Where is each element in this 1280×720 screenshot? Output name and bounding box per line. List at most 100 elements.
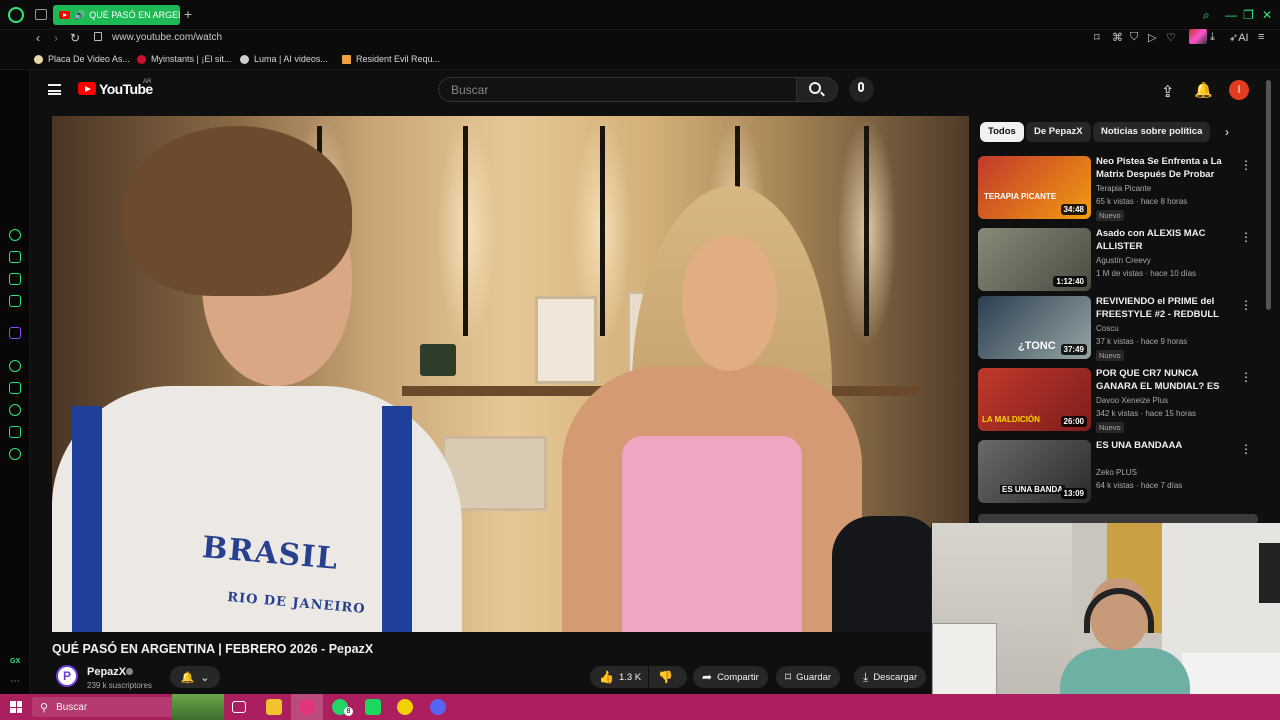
video-thumbnail[interactable]: 1:12:40 [978, 228, 1091, 291]
account-avatar[interactable]: I [1229, 80, 1249, 100]
chip-de-pepazx[interactable]: De PepazX [1026, 122, 1091, 142]
whatsapp-icon[interactable] [9, 360, 21, 372]
video-thumbnail[interactable]: TERAPIA PICANTE 34:48 [978, 156, 1091, 219]
recommended-title[interactable]: ES UNA BANDAAA [1096, 440, 1232, 453]
adblock-shield-icon[interactable]: ⛉ [1130, 31, 1138, 44]
thumbnail-text: ES UNA BANDA [1000, 485, 1066, 494]
download-button[interactable]: ⤓ Descargar [854, 666, 927, 688]
twitch-icon[interactable] [9, 327, 21, 339]
clock-icon[interactable] [9, 404, 21, 416]
more-options-icon[interactable]: ⋮ [1240, 158, 1252, 172]
pin-icon[interactable] [9, 382, 21, 394]
new-tab-button[interactable]: + [184, 6, 192, 22]
more-icon[interactable]: ⋯ [10, 676, 20, 687]
recommended-title[interactable]: REVIVIENDO el PRIME del FREESTYLE #2 - R… [1096, 296, 1232, 321]
spotify-icon[interactable] [365, 699, 381, 715]
extensions-icon[interactable] [9, 426, 21, 438]
opera-gx-logo-icon[interactable] [8, 7, 24, 23]
messenger-icon[interactable] [9, 295, 21, 307]
url-field[interactable]: www.youtube.com/watch [112, 32, 222, 43]
lock-icon[interactable] [94, 32, 102, 41]
settings-icon[interactable] [9, 448, 21, 460]
task-view-icon[interactable] [232, 701, 246, 713]
streamer-host: BRASIL RIO DE JANEIRO [52, 126, 492, 632]
recommended-title[interactable]: Neo Pistea Se Enfrenta a La Matrix Despu… [1096, 156, 1232, 181]
save-button[interactable]: ⌑ Guardar [776, 666, 841, 688]
player-icon[interactable]: ▷ [1148, 31, 1156, 44]
more-options-icon[interactable]: ⋮ [1240, 298, 1252, 312]
aria-ai-icon[interactable]: ➶AI [1229, 31, 1249, 44]
discord-icon[interactable] [430, 699, 446, 715]
webcam-overlay [931, 523, 1280, 720]
speaker-icon[interactable]: 🔊 [74, 10, 85, 21]
notifications-bell-icon[interactable]: 🔔 [1194, 81, 1213, 99]
channel-avatar[interactable] [56, 665, 78, 687]
tab-manager-icon[interactable] [35, 9, 47, 20]
video-thumbnail[interactable]: LA MALDICIÓN 26:00 [978, 368, 1091, 431]
search-box[interactable] [438, 77, 796, 102]
video-duration: 34:48 [1060, 204, 1087, 215]
upload-icon[interactable]: ⇪ [1161, 82, 1174, 102]
chip-todos[interactable]: Todos [980, 122, 1024, 142]
chevron-right-icon[interactable]: › [1225, 125, 1229, 139]
recommended-channel[interactable]: Coscu [1096, 324, 1119, 333]
recommended-title[interactable]: POR QUE CR7 NUNCA GANARA EL MUNDIAL? ES … [1096, 368, 1232, 393]
microphone [832, 516, 942, 632]
bookmark-item[interactable]: Resident Evil Requ... [342, 54, 440, 64]
recommended-channel[interactable]: Agustín Creevy [1096, 256, 1151, 265]
browser-tab-active[interactable]: 🔊 QUÉ PASÓ EN ARGENT [53, 5, 180, 25]
more-options-icon[interactable]: ⋮ [1240, 442, 1252, 456]
recommended-video[interactable]: 1:12:40 Asado con ALEXIS MAC ALLISTER Ag… [978, 228, 1258, 292]
wallet-icon[interactable] [9, 273, 21, 285]
recommended-video[interactable]: ¿TONC 37:49 REVIVIENDO el PRIME del FREE… [978, 296, 1258, 361]
recommended-meta: 37 k vistas · hace 9 horas [1096, 337, 1188, 346]
history-icon[interactable] [9, 229, 21, 241]
favorite-heart-icon[interactable]: ♡ [1166, 31, 1176, 44]
easy-setup-menu-icon[interactable]: ≡ [1258, 31, 1264, 43]
windows-start-icon[interactable] [10, 701, 22, 713]
more-options-icon[interactable]: ⋮ [1240, 230, 1252, 244]
recommended-video[interactable]: LA MALDICIÓN 26:00 POR QUE CR7 NUNCA GAN… [978, 368, 1258, 433]
recommended-channel[interactable]: Terapia Picante [1096, 184, 1151, 193]
search-tabs-icon[interactable]: ⌕ [1203, 8, 1210, 23]
recommended-meta: 65 k vistas · hace 8 horas [1096, 197, 1188, 206]
snapshot-icon[interactable]: ⌘ [1112, 31, 1123, 44]
reload-icon[interactable]: ↻ [70, 31, 80, 45]
like-button[interactable]: 👍 1.3 K [590, 666, 648, 688]
bookmark-item[interactable]: Placa De Video As... [34, 54, 130, 64]
minimize-icon[interactable]: — [1225, 8, 1237, 22]
thumbnail-text: TERAPIA PICANTE [984, 192, 1057, 201]
video-thumbnail[interactable]: ES UNA BANDA 13:09 [978, 440, 1091, 503]
youtube-logo-icon[interactable] [78, 82, 96, 95]
close-icon[interactable]: ✕ [1262, 8, 1272, 22]
recommended-channel[interactable]: Zeko PLUS [1096, 468, 1137, 477]
recommended-video[interactable]: ES UNA BANDA 13:09 ES UNA BANDAAA Zeko P… [978, 440, 1258, 504]
chip-noticias-politica[interactable]: Noticias sobre política [1093, 122, 1211, 142]
bookmark-page-icon[interactable]: ⌑ [1094, 31, 1100, 44]
bookmark-icon: ⌑ [785, 670, 792, 684]
recommended-title[interactable]: Asado con ALEXIS MAC ALLISTER [1096, 228, 1232, 253]
channel-name[interactable]: PepazX [87, 666, 126, 678]
corsair-icon[interactable] [397, 699, 413, 715]
video-player[interactable]: BRASIL RIO DE JANEIRO [52, 116, 969, 632]
bookmark-item[interactable]: Myinstants | ¡El sit... [137, 54, 231, 64]
recommended-channel[interactable]: Davoo Xeneize Plus [1096, 396, 1168, 405]
file-explorer-icon[interactable] [266, 699, 282, 715]
profile-avatar[interactable] [1189, 29, 1207, 44]
more-options-icon[interactable]: ⋮ [1240, 370, 1252, 384]
share-button[interactable]: ➦ Compartir [693, 666, 768, 688]
player-icon[interactable] [9, 251, 21, 263]
dislike-button[interactable]: 👎 [649, 666, 687, 688]
download-icon[interactable]: ⤓ [1210, 31, 1215, 44]
subscription-bell-button[interactable]: 🔔 ⌄ [170, 666, 220, 688]
bookmark-item[interactable]: Luma | AI videos... [240, 54, 328, 64]
video-thumbnail[interactable]: ¿TONC 37:49 [978, 296, 1091, 359]
search-input[interactable] [451, 82, 781, 97]
gx-corner-label[interactable]: GX [10, 658, 20, 665]
scrollbar-thumb[interactable] [1266, 80, 1271, 310]
menu-icon[interactable] [48, 84, 61, 95]
forward-icon[interactable]: › [54, 31, 58, 45]
recommended-video[interactable]: TERAPIA PICANTE 34:48 Neo Pistea Se Enfr… [978, 156, 1258, 221]
back-icon[interactable]: ‹ [36, 31, 40, 45]
maximize-icon[interactable]: ❐ [1243, 8, 1254, 22]
